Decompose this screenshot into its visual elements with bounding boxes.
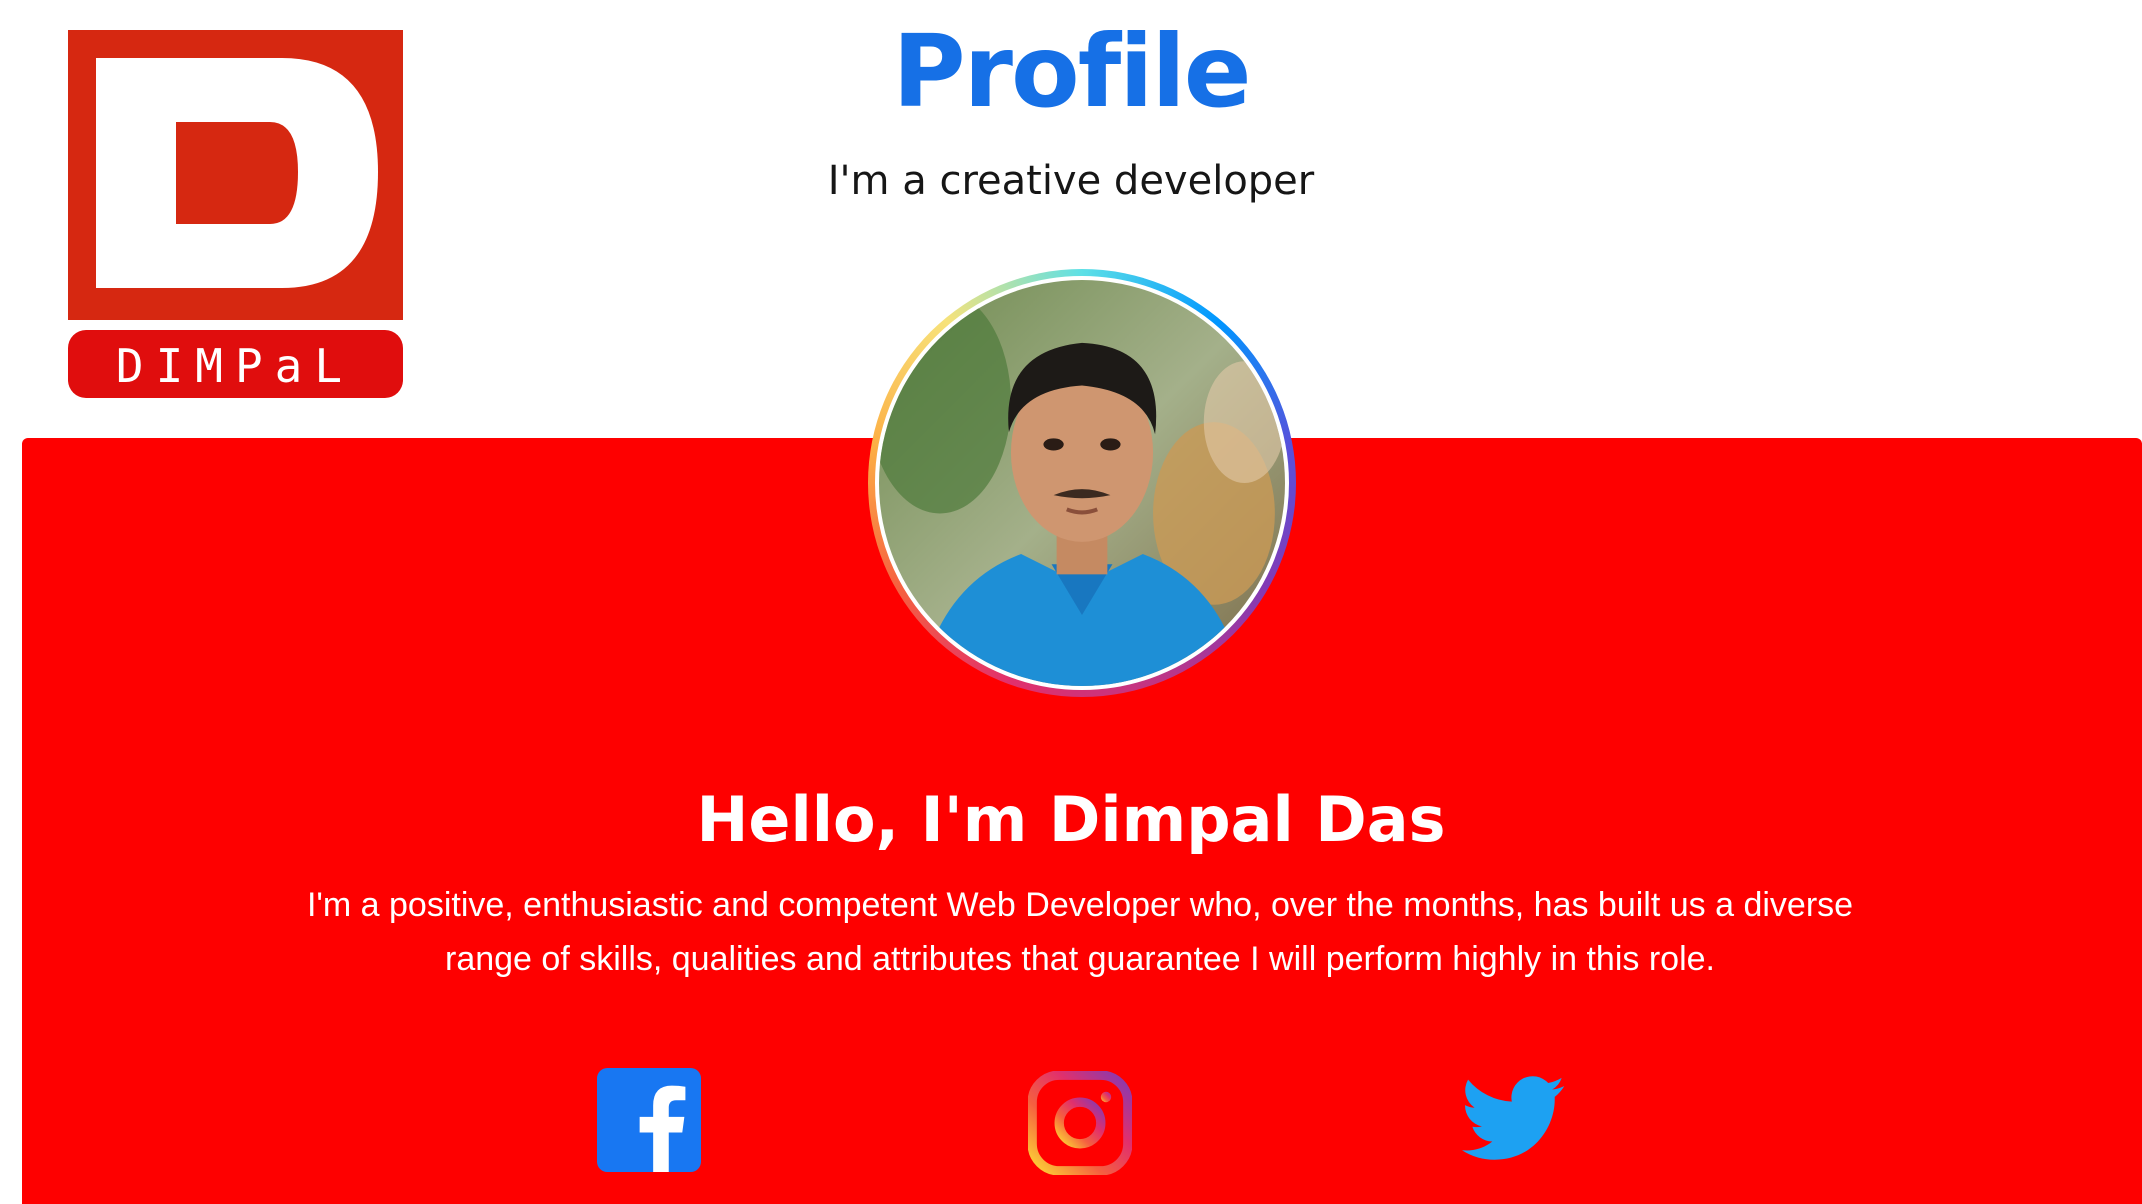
instagram-icon[interactable] — [1028, 1071, 1132, 1175]
svg-text:DIMPaL: DIMPaL — [116, 339, 354, 393]
avatar — [875, 276, 1289, 690]
page-title: Profile — [892, 13, 1251, 130]
twitter-icon[interactable] — [1462, 1074, 1566, 1164]
page-subtitle: I'm a creative developer — [827, 158, 1315, 204]
bio-text: I'm a positive, enthusiastic and compete… — [306, 886, 1854, 978]
avatar-ring — [868, 269, 1296, 697]
greeting-heading: Hello, I'm Dimpal Das — [696, 783, 1446, 856]
facebook-icon[interactable] — [597, 1068, 701, 1172]
